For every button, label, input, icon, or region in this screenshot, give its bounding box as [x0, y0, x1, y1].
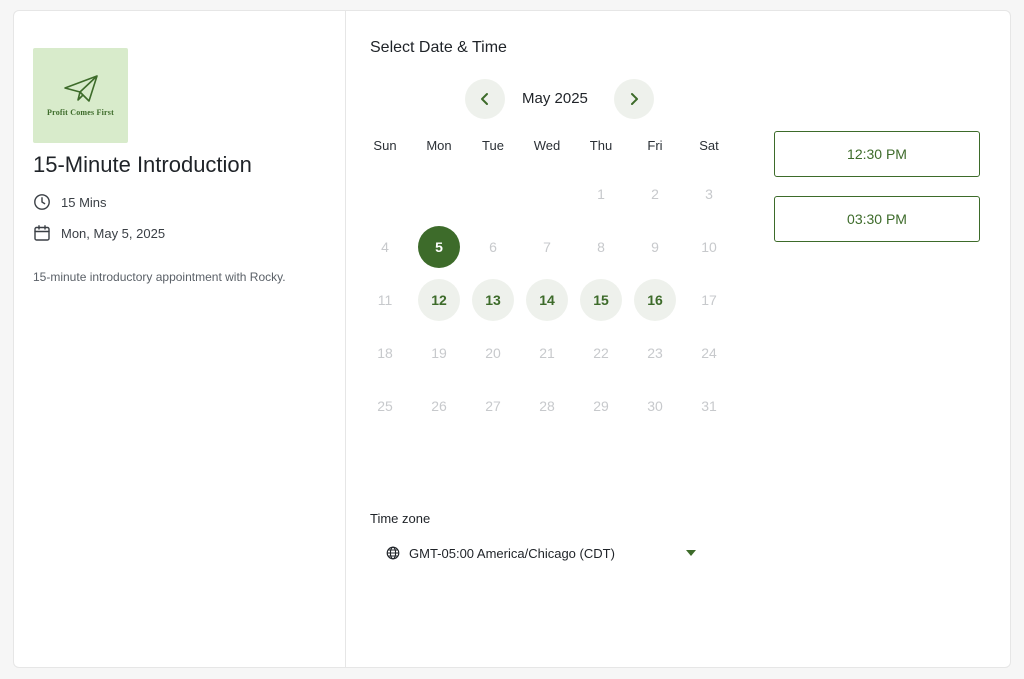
calendar-day: 23 [647, 345, 663, 361]
duration-text: 15 Mins [61, 194, 107, 210]
calendar-day: 1 [597, 186, 605, 202]
clock-icon [34, 194, 50, 210]
calendar-day: 7 [543, 239, 551, 255]
calendar-day: 18 [377, 345, 393, 361]
caret-down-icon [686, 550, 696, 556]
globe-icon [386, 546, 400, 560]
calendar-day: 25 [377, 398, 393, 414]
calendar-day: 21 [539, 345, 555, 361]
calendar-day: 17 [701, 292, 717, 308]
weekday-fri: Fri [647, 138, 663, 153]
time-slot-button[interactable]: 03:30 PM [774, 196, 980, 242]
brand-logo: Profit Comes First [33, 48, 128, 143]
timezone-label: Time zone [370, 511, 431, 526]
calendar-day: 24 [701, 345, 717, 361]
weekday-mon: Mon [426, 138, 452, 153]
calendar-day[interactable]: 14 [526, 279, 568, 321]
chevron-left-icon [481, 93, 488, 105]
paper-plane-icon [63, 75, 98, 102]
prev-month-button[interactable] [465, 79, 505, 119]
calendar-day[interactable]: 15 [580, 279, 622, 321]
weekday-thu: Thu [589, 138, 613, 153]
calendar-day: 28 [539, 398, 555, 414]
scheduler-panel: Select Date & Time May 2025 Sun Mon Tue Wed… [346, 11, 1010, 667]
calendar-day: 19 [431, 345, 447, 361]
date-text: Mon, May 5, 2025 [61, 225, 166, 241]
time-slot-button[interactable]: 12:30 PM [774, 131, 980, 177]
calendar-day: 22 [593, 345, 609, 361]
calendar-day: 31 [701, 398, 717, 414]
section-title: Select Date & Time [370, 39, 507, 56]
date-row: Mon, May 5, 2025 [33, 224, 165, 242]
calendar-day[interactable]: 16 [634, 279, 676, 321]
calendar-day: 26 [431, 398, 447, 414]
weekday-tue: Tue [482, 138, 504, 153]
booking-card: Profit Comes First 15-Minute Introductio… [13, 10, 1011, 668]
calendar-day[interactable]: 13 [472, 279, 514, 321]
weekday-sat: Sat [699, 138, 719, 153]
calendar-day: 29 [593, 398, 609, 414]
calendar-day: 30 [647, 398, 663, 414]
chevron-right-icon [631, 93, 638, 105]
calendar-day: 9 [651, 239, 659, 255]
weekday-sun: Sun [373, 138, 397, 153]
calendar-day: 4 [381, 239, 389, 255]
duration-row: 15 Mins [33, 193, 107, 211]
calendar-day: 2 [651, 186, 659, 202]
calendar-day: 10 [701, 239, 717, 255]
event-title: 15-Minute Introduction [33, 152, 252, 177]
next-month-button[interactable] [614, 79, 654, 119]
timezone-select[interactable]: GMT-05:00 America/Chicago (CDT) [386, 542, 696, 564]
timezone-value: GMT-05:00 America/Chicago (CDT) [409, 545, 615, 561]
calendar-day: 27 [485, 398, 501, 414]
selected-day[interactable]: 5 [418, 226, 460, 268]
calendar-day: 3 [705, 186, 713, 202]
calendar-day: 6 [489, 239, 497, 255]
month-label: May 2025 [522, 90, 588, 107]
event-details-panel: Profit Comes First 15-Minute Introductio… [14, 11, 346, 667]
calendar-icon [34, 225, 50, 241]
calendar-day[interactable]: 12 [418, 279, 460, 321]
calendar-day: 11 [377, 292, 393, 308]
calendar-day: 20 [485, 345, 501, 361]
event-description: 15-minute introductory appointment with … [33, 270, 286, 284]
logo-text: Profit Comes First [47, 108, 114, 117]
calendar-day: 8 [597, 239, 605, 255]
weekday-wed: Wed [533, 138, 561, 153]
